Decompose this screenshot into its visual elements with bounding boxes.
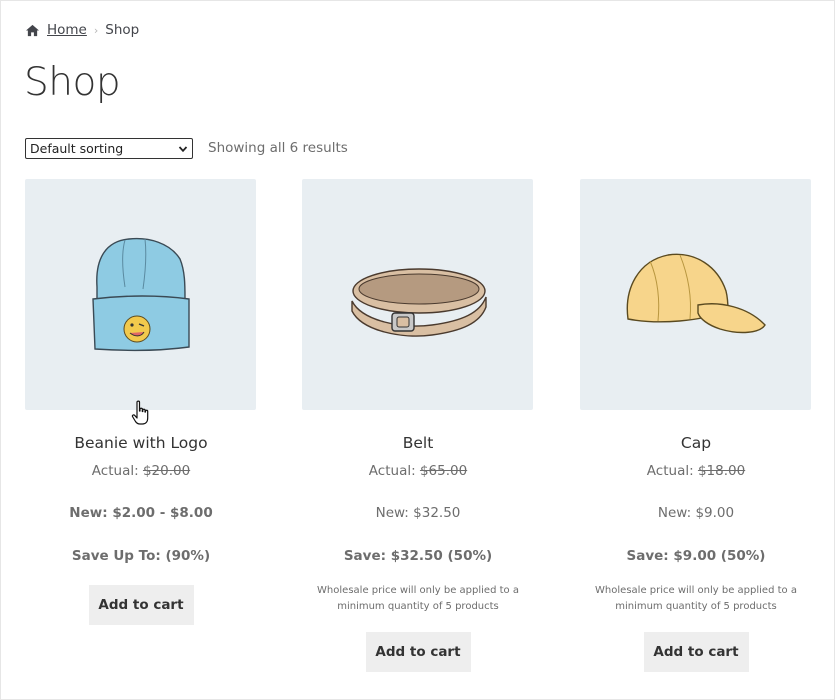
new-price-value: $32.50 [413,505,461,521]
actual-label: Actual: [646,463,694,479]
new-label: New: [657,505,692,521]
save-value: $9.00 (50%) [673,548,766,564]
breadcrumb-separator-icon: › [93,23,99,37]
chevron-down-icon [178,145,188,152]
actual-label: Actual: [91,463,139,479]
sort-select-value: Default sorting [30,141,124,156]
save-label: Save: [626,548,669,564]
add-to-cart-button[interactable]: Add to cart [88,585,194,625]
product-card: Belt Actual: $65.00 New: $32.50 Save: $3… [302,179,534,672]
save-value: (90%) [165,548,211,564]
actual-price-value: $65.00 [419,463,468,479]
beanie-image [92,237,190,352]
add-to-cart-button[interactable]: Add to cart [365,632,471,672]
product-image-link[interactable] [302,179,533,410]
new-label: New: [69,505,108,521]
belt-image [351,268,487,337]
save-label: Save Up To: [71,548,161,564]
page-title: Shop [24,60,121,105]
save-value: $32.50 (50%) [390,548,493,564]
product-actual-price: Actual: $20.00 [25,463,257,479]
product-actual-price: Actual: $65.00 [302,463,534,479]
new-label: New: [375,505,409,521]
home-icon [26,24,39,36]
new-price-value: $2.00 - $8.00 [112,505,213,521]
product-new-price: New: $32.50 [302,505,534,521]
actual-price-value: $20.00 [142,463,191,479]
result-count: Showing all 6 results [208,140,348,156]
product-new-price: New: $2.00 - $8.00 [25,505,257,521]
product-new-price: New: $9.00 [580,505,812,521]
product-card: Cap Actual: $18.00 New: $9.00 Save: $9.0… [580,179,812,672]
breadcrumb-current: Shop [105,22,140,38]
breadcrumb-home-link[interactable]: Home [47,22,87,38]
wholesale-note: Wholesale price will only be applied to … [595,585,797,612]
product-name[interactable]: Cap [580,434,812,452]
product-name[interactable]: Belt [302,434,534,452]
wholesale-note: Wholesale price will only be applied to … [317,585,519,612]
product-image-link[interactable] [580,179,811,410]
product-save: Save: $9.00 (50%) [580,548,812,564]
cap-image [626,253,766,334]
product-image-link[interactable] [25,179,256,410]
save-label: Save: [343,548,387,564]
product-save: Save Up To: (90%) [25,548,257,564]
actual-label: Actual: [368,463,416,479]
hand-pointer-cursor-icon [131,400,149,425]
add-to-cart-button[interactable]: Add to cart [643,632,749,672]
actual-price-value: $18.00 [697,463,746,479]
breadcrumb: Home › Shop [25,22,139,38]
product-actual-price: Actual: $18.00 [580,463,812,479]
product-save: Save: $32.50 (50%) [302,548,534,564]
product-name[interactable]: Beanie with Logo [25,434,257,452]
new-price-value: $9.00 [695,505,735,521]
sort-select[interactable]: Default sorting [25,138,193,159]
